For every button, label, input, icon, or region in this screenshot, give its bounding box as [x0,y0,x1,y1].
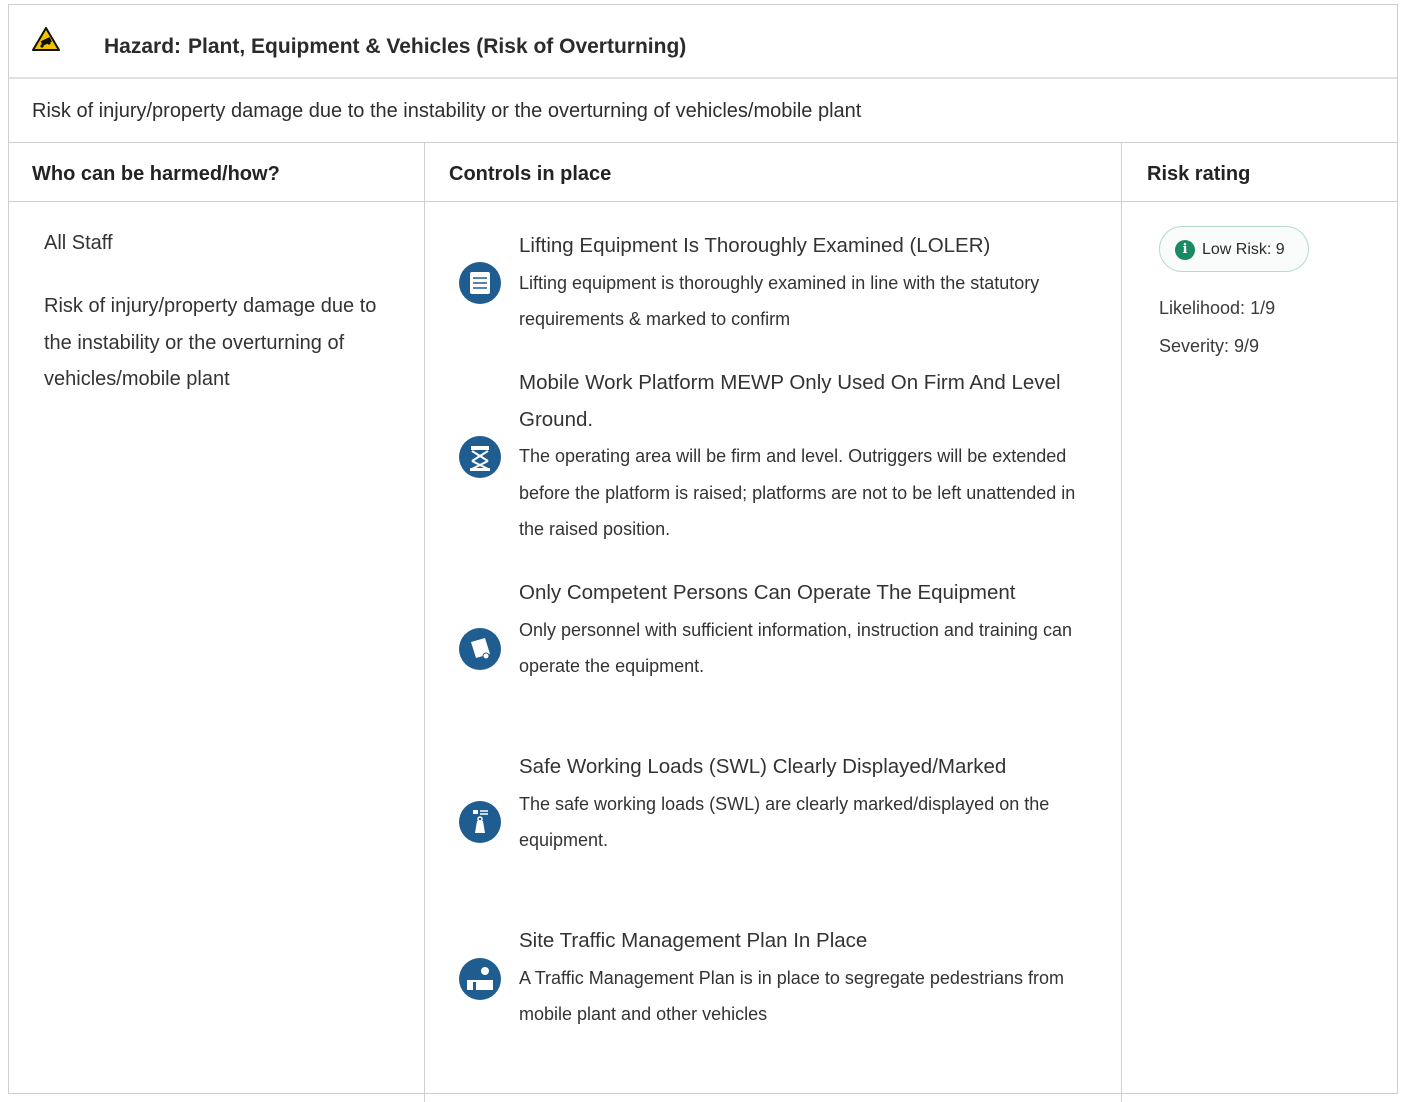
hazard-description: Risk of injury/property damage due to th… [32,100,862,122]
hazard-title: Hazard: Plant, Equipment & Vehicles (Risk… [104,35,687,58]
control-title: Lifting Equipment Is Thoroughly Examined… [519,234,991,257]
control-description: Lifting equipment is thoroughly examined… [519,272,1040,330]
control-item: Safe Working Loads (SWL) Clearly Display… [519,749,1089,859]
hazard-header: Hazard: Plant, Equipment & Vehicles (Risk… [9,5,1397,79]
control-item: Only Competent Persons Can Operate The E… [519,575,1089,685]
who-description: Risk of injury/property damage due to th… [44,295,377,390]
certificate-icon [459,628,501,670]
risk-badge[interactable]: i Low Risk: 9 [1159,226,1309,272]
load-weight-icon [459,801,501,843]
control-title: Only Competent Persons Can Operate The E… [519,581,1016,604]
who-name: All Staff [44,232,113,254]
column-header-risk: Risk rating [1147,163,1251,185]
control-title: Site Traffic Management Plan In Place [519,929,868,952]
column-headers: Who can be harmed/how? Controls in place… [9,143,1397,202]
control-description: Only personnel with sufficient informati… [519,619,1072,677]
traffic-plan-icon [459,958,501,1000]
control-description: The operating area will be firm and leve… [519,446,1076,539]
control-description: A Traffic Management Plan is in place to… [519,967,1064,1025]
column-header-who: Who can be harmed/how? [32,163,280,185]
control-item: Lifting Equipment Is Thoroughly Examined… [519,228,1089,338]
hazard-description-row: Risk of injury/property damage due to th… [9,79,1397,143]
warning-overturning-vehicle-icon [32,27,60,51]
info-icon: i [1175,240,1195,260]
risk-severity: Severity: 9/9 [1159,336,1260,356]
calendar-inspection-icon [459,262,501,304]
column-header-controls: Controls in place [449,163,612,185]
column-divider [424,202,425,1102]
control-item: Mobile Work Platform MEWP Only Used On F… [519,365,1089,548]
column-divider [1121,202,1122,1102]
scissor-lift-icon [459,436,501,478]
risk-badge-label: Low Risk: 9 [1202,241,1285,258]
control-item: Site Traffic Management Plan In Place A … [519,923,1089,1033]
risk-likelihood: Likelihood: 1/9 [1159,298,1276,318]
control-description: The safe working loads (SWL) are clearly… [519,793,1050,851]
control-title: Safe Working Loads (SWL) Clearly Display… [519,755,1007,778]
column-divider [1121,143,1122,202]
column-divider [424,143,425,202]
control-title: Mobile Work Platform MEWP Only Used On F… [519,371,1061,431]
